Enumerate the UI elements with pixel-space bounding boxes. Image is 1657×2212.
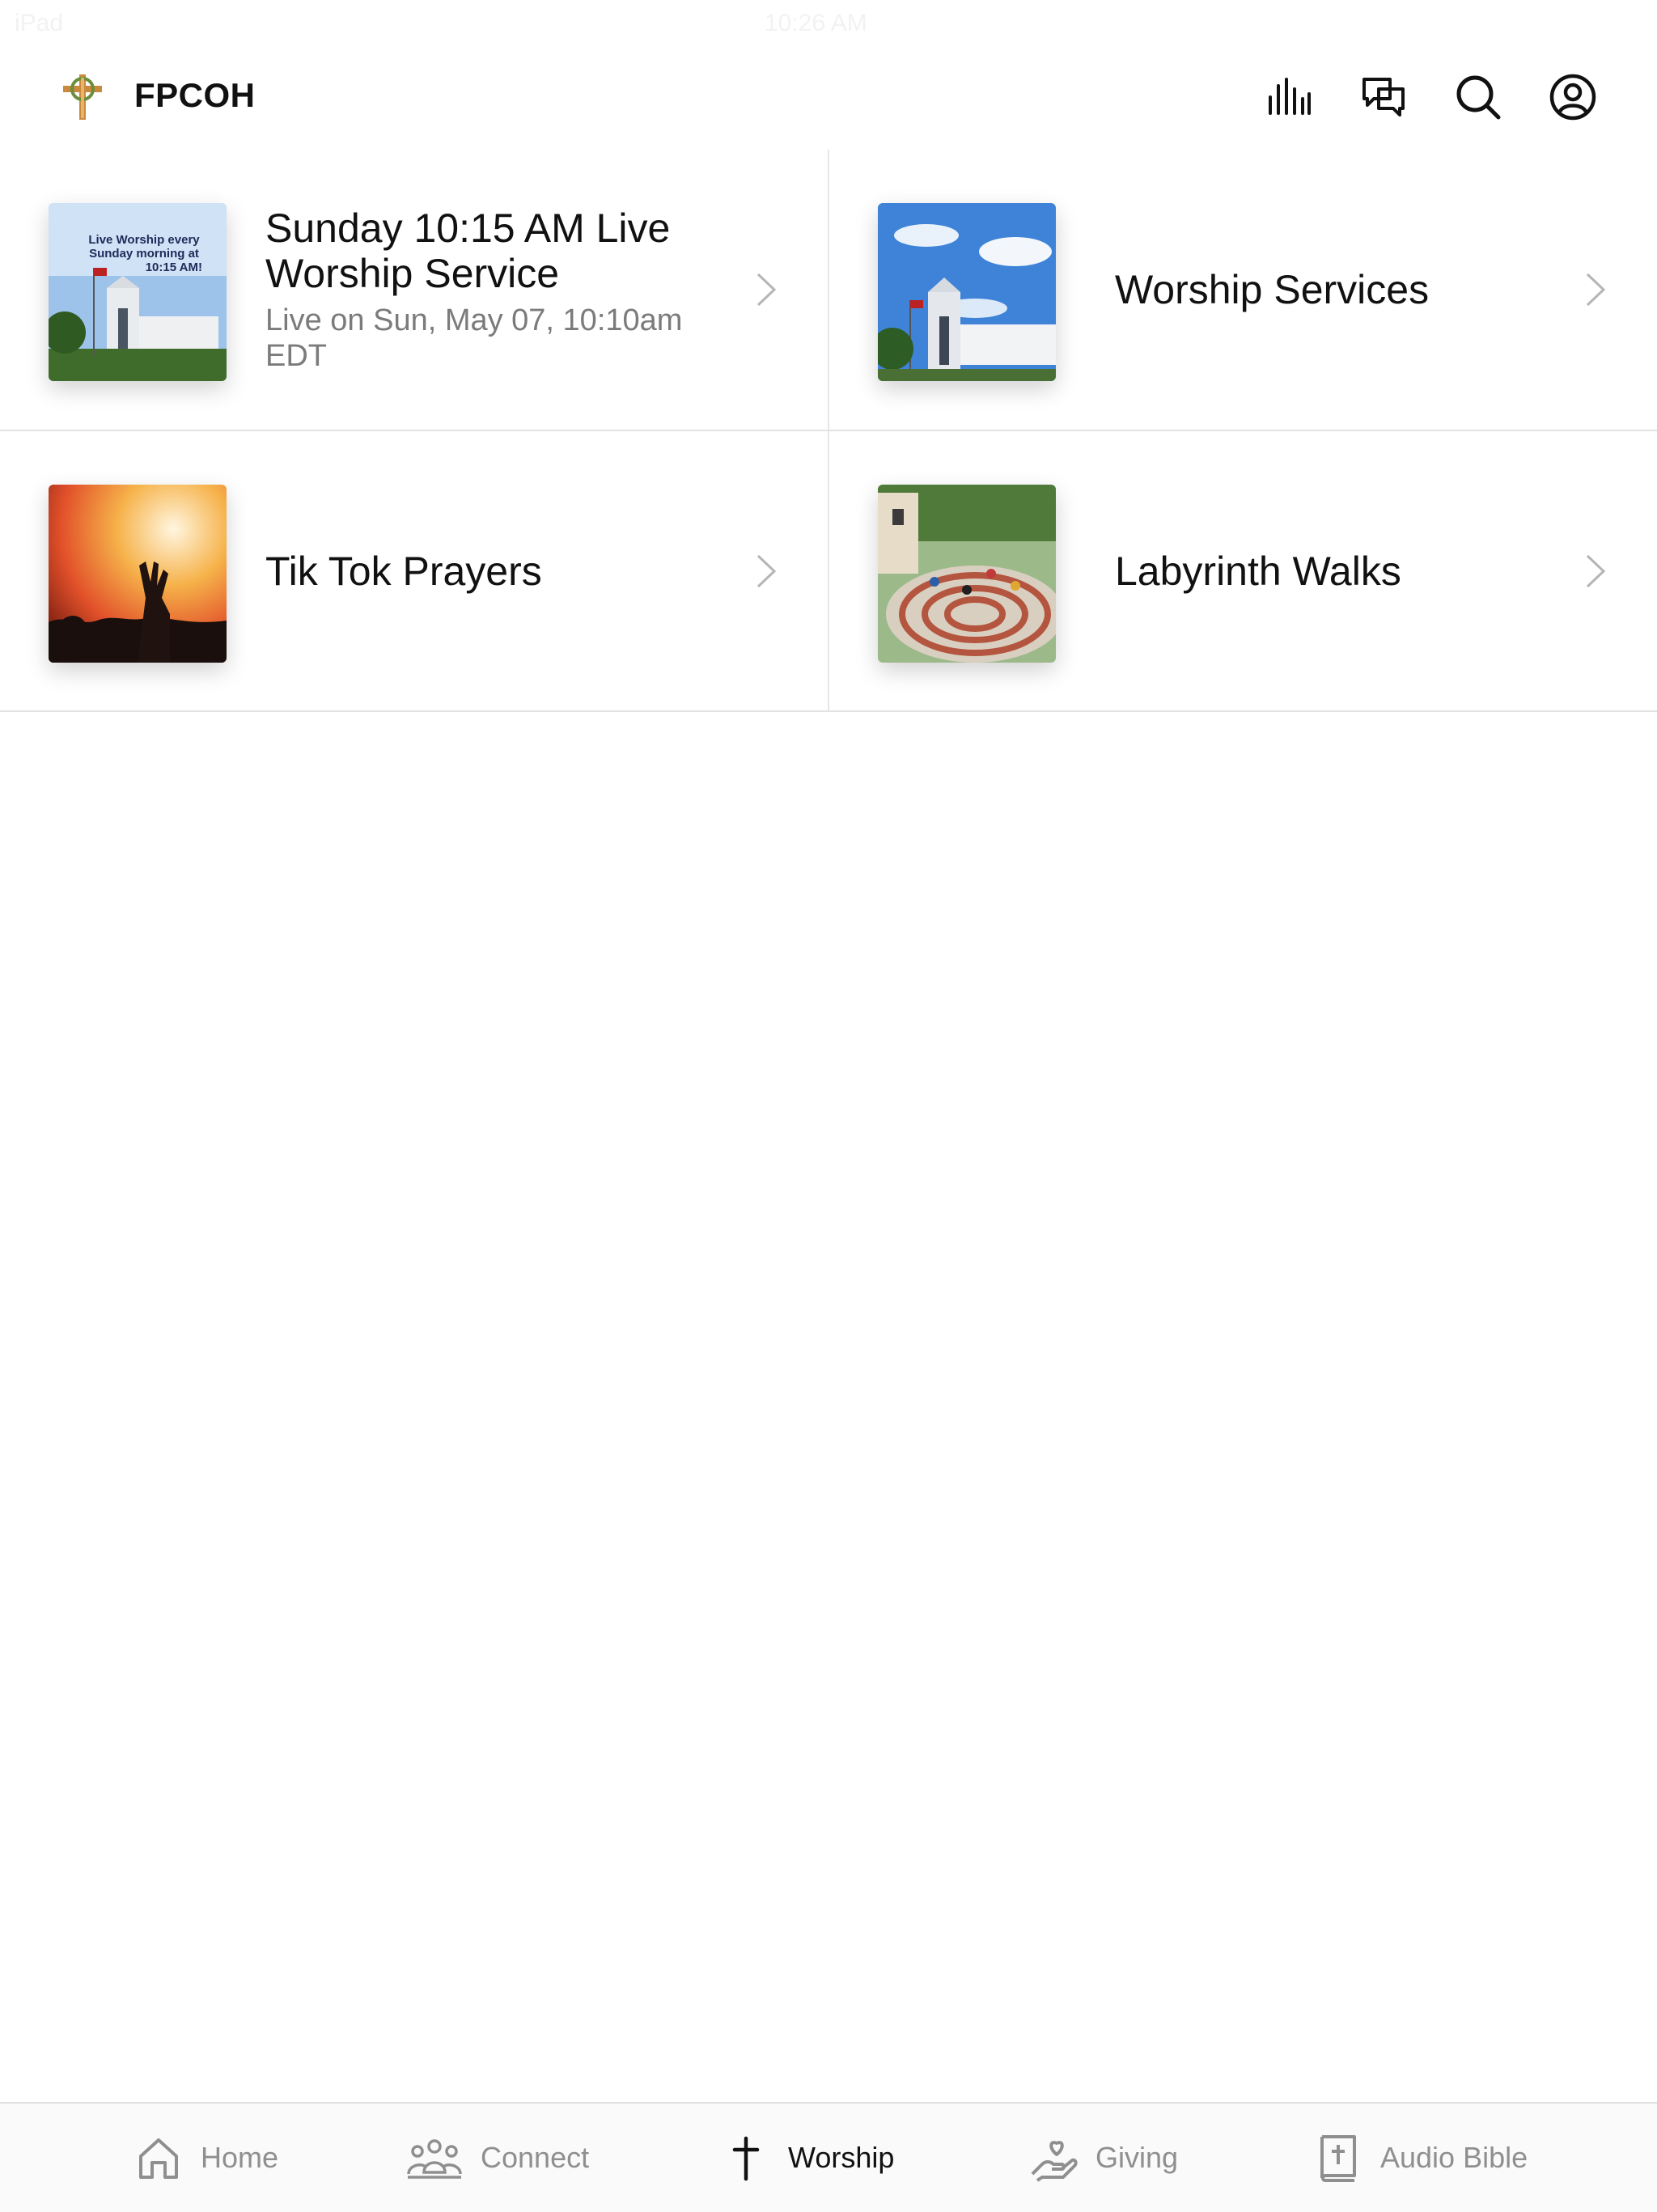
- tab-giving[interactable]: Giving: [1029, 2104, 1178, 2212]
- tab-label: Worship: [788, 2141, 895, 2174]
- tab-label: Audio Bible: [1380, 2141, 1528, 2174]
- tiktok-prayers-thumbnail: [49, 485, 227, 663]
- tab-label: Home: [201, 2141, 279, 2174]
- list-item-worship-services[interactable]: Worship Services: [829, 150, 1657, 430]
- item-title: Tik Tok Prayers: [265, 549, 542, 594]
- app-header: FPCOH: [0, 49, 1657, 146]
- worship-services-thumbnail: [878, 203, 1056, 381]
- item-subtitle: Live on Sun, May 07, 10:10am EDT: [265, 303, 683, 373]
- thumb-caption: Live Worship every: [88, 233, 200, 247]
- list-item-tiktok-prayers[interactable]: Tik Tok Prayers: [0, 431, 828, 711]
- chevron-right-icon: [1581, 269, 1610, 310]
- tab-worship[interactable]: Worship: [722, 2104, 894, 2212]
- item-title: Sunday 10:15 AM Live Worship Service: [265, 206, 671, 296]
- list-item-live-worship[interactable]: Live Worship every Sunday morning at 10:…: [0, 150, 828, 430]
- people-icon: [407, 2139, 462, 2179]
- status-bar: iPad 10:26 AM: [0, 0, 1657, 49]
- church-logo[interactable]: [58, 71, 107, 121]
- tab-label: Connect: [481, 2141, 590, 2174]
- item-title: Labyrinth Walks: [1115, 549, 1401, 594]
- chat-icon[interactable]: [1358, 71, 1409, 123]
- labyrinth-walks-thumbnail: [878, 485, 1056, 663]
- tab-connect[interactable]: Connect: [406, 2104, 589, 2212]
- tab-label: Giving: [1095, 2141, 1179, 2174]
- worship-grid: Live Worship every Sunday morning at 10:…: [0, 150, 1657, 712]
- profile-icon[interactable]: [1547, 71, 1599, 123]
- bible-icon: [1320, 2135, 1356, 2182]
- search-icon[interactable]: [1452, 71, 1504, 123]
- thumb-caption: Sunday morning at: [89, 247, 199, 261]
- item-title: Worship Services: [1115, 267, 1430, 312]
- tab-audio-bible[interactable]: Audio Bible: [1314, 2104, 1528, 2212]
- audio-bars-icon[interactable]: [1262, 71, 1314, 123]
- chevron-right-icon: [1581, 551, 1610, 591]
- thumb-caption: 10:15 AM!: [146, 261, 202, 274]
- app-title: FPCOH: [134, 76, 256, 114]
- device-label: iPad: [15, 10, 64, 36]
- status-time: 10:26 AM: [765, 10, 867, 36]
- tab-bar: Home Connect Worship Giving Audio Bible: [0, 2102, 1657, 2212]
- hand-heart-icon: [1031, 2141, 1078, 2182]
- list-item-labyrinth-walks[interactable]: Labyrinth Walks: [829, 431, 1657, 711]
- chevron-right-icon: [752, 269, 781, 310]
- home-icon: [139, 2138, 178, 2179]
- live-worship-thumbnail: Live Worship every Sunday morning at 10:…: [49, 203, 227, 381]
- chevron-right-icon: [752, 551, 781, 591]
- tab-home[interactable]: Home: [134, 2104, 278, 2212]
- cross-icon: [732, 2136, 760, 2181]
